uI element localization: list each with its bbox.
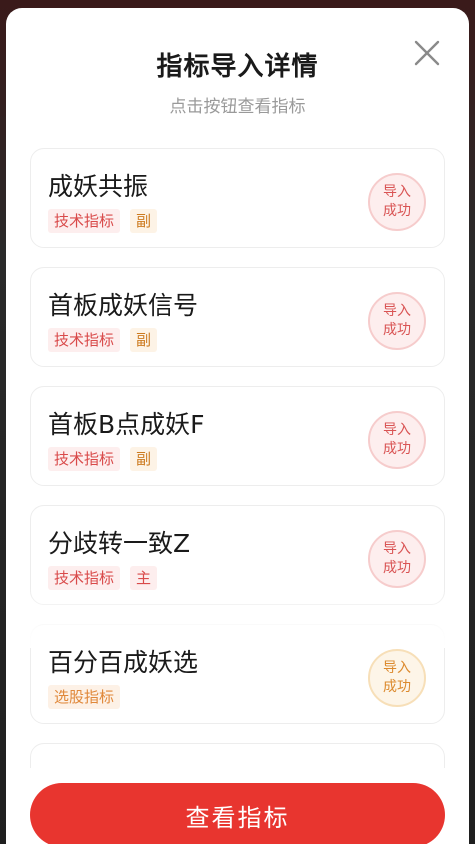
indicator-card[interactable]: 分歧转一致Z 技术指标主 导入成功 bbox=[30, 505, 445, 605]
indicator-name: 成妖共振选股 bbox=[48, 762, 198, 768]
import-success-stamp: 导入 成功 bbox=[368, 292, 426, 350]
indicator-card[interactable]: 首板成妖信号技术指标副 导入成功 bbox=[30, 267, 445, 367]
stamp-text: 导入 bbox=[383, 660, 411, 676]
indicator-name: 百分百成妖选 bbox=[48, 648, 199, 677]
view-indicators-button[interactable]: 查看指标 bbox=[30, 783, 445, 844]
stamp-text: 导入 bbox=[383, 541, 411, 557]
indicator-tag: 技术指标 bbox=[48, 566, 121, 590]
indicator-tags: 技术指标主 bbox=[48, 566, 167, 590]
indicator-name: 成妖共振 bbox=[48, 172, 149, 201]
indicator-tag: 技术指标 bbox=[48, 209, 121, 233]
indicator-name: 分歧转一致Z bbox=[48, 529, 191, 558]
indicator-name: 首板成妖信号 bbox=[48, 291, 199, 320]
close-icon bbox=[414, 40, 440, 66]
stamp-text: 导入 bbox=[383, 184, 411, 200]
indicator-tags: 技术指标副 bbox=[48, 209, 167, 233]
stamp-text: 导入 bbox=[383, 422, 411, 438]
indicator-list[interactable]: 成妖共振 技术指标副导入 成功 首板成妖信号 技术指标副导入 成功 首板B点成妖F 技术指标副… bbox=[30, 140, 445, 768]
indicator-card[interactable]: 百分百成妖选选股指标 导入成功 bbox=[30, 624, 445, 724]
indicator-tag: 技术指标 bbox=[48, 447, 121, 471]
import-success-stamp: 导入 成功 bbox=[368, 649, 426, 707]
import-success-stamp: 导入 成功 bbox=[368, 411, 426, 469]
indicator-name: 首板B点成妖F bbox=[48, 410, 205, 439]
indicator-tags: 技术指标副 bbox=[48, 447, 167, 471]
stamp-text: 导入 bbox=[383, 303, 411, 319]
stamp-text: 成功 bbox=[383, 203, 411, 219]
stamp-text: 成功 bbox=[383, 560, 411, 576]
import-success-stamp: 导入 成功 bbox=[368, 173, 426, 231]
indicator-tag: 主 bbox=[130, 566, 158, 590]
indicator-tag: 副 bbox=[130, 328, 158, 352]
indicator-card[interactable]: 成妖共振选股 bbox=[30, 743, 445, 768]
indicator-tag: 副 bbox=[130, 209, 158, 233]
stamp-text: 成功 bbox=[383, 679, 411, 695]
indicator-tag: 副 bbox=[130, 447, 158, 471]
dialog-title: 指标导入详情 bbox=[156, 52, 319, 82]
indicator-card[interactable]: 首板B点成妖F 技术指标副 导入成功 bbox=[30, 386, 445, 486]
stamp-text: 成功 bbox=[383, 322, 411, 338]
import-details-dialog: 指标导入详情 点击按钮查看指标 成妖共振 技术指标副导入 成功 首板成妖信号 技术指标副… bbox=[6, 8, 469, 844]
dialog-subtitle: 点击按钮查看指标 bbox=[169, 97, 306, 117]
indicator-tags: 选股指标 bbox=[48, 685, 130, 709]
import-success-stamp: 导入 成功 bbox=[368, 530, 426, 588]
indicator-tag: 技术指标 bbox=[48, 328, 121, 352]
indicator-card[interactable]: 成妖共振技术指标副 导入成功 bbox=[30, 148, 445, 248]
stamp-text: 成功 bbox=[383, 441, 411, 457]
close-button[interactable] bbox=[410, 36, 444, 70]
indicator-tag: 选股指标 bbox=[48, 685, 121, 709]
indicator-tags: 技术指标副 bbox=[48, 328, 167, 352]
